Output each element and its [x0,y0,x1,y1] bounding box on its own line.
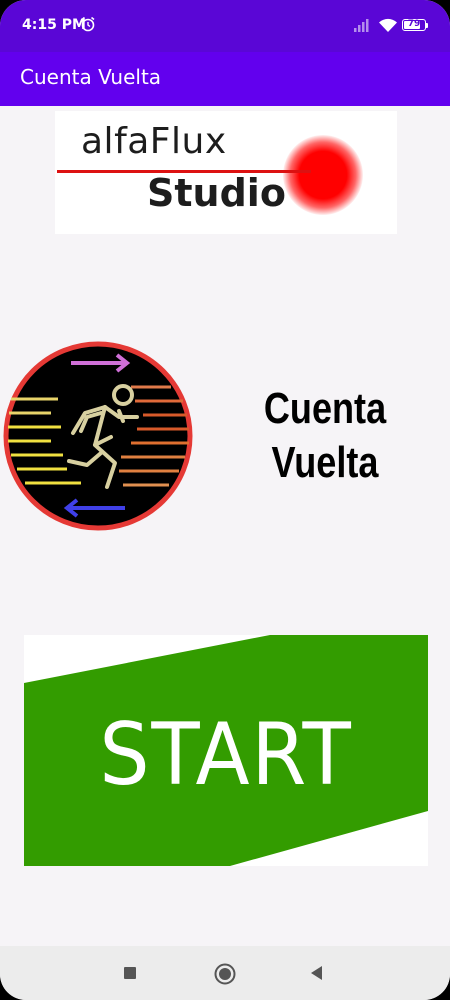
app-name-line1: Cuenta [263,384,387,433]
battery-level-label: 79 [407,19,421,29]
phone-screen: 4:15 PM 79 Cuenta Vuelta alfaFlux Studio [0,0,450,1000]
app-name-heading: Cuenta Vuelta [247,382,403,490]
studio-logo: alfaFlux Studio [55,111,397,234]
studio-logo-line2: Studio [147,171,286,215]
home-icon[interactable] [212,961,238,987]
studio-logo-red-dot [283,135,363,215]
status-bar: 4:15 PM 79 [0,0,450,52]
alarm-icon [81,16,95,32]
signal-icon [354,19,369,32]
start-button[interactable]: START [24,635,428,866]
navigation-bar [0,946,450,1000]
status-time: 4:15 PM [22,17,86,33]
running-man-icon [3,341,193,531]
studio-logo-line1: alfaFlux [81,121,227,162]
app-title: Cuenta Vuelta [20,65,162,89]
app-name-line2: Vuelta [271,438,379,487]
battery-icon: 79 [402,19,426,31]
back-icon[interactable] [306,962,328,984]
battery-tip [426,23,428,28]
wifi-icon [379,18,397,32]
recents-icon[interactable] [119,962,141,984]
app-bar: Cuenta Vuelta [0,52,450,106]
start-button-label: START [99,705,353,805]
